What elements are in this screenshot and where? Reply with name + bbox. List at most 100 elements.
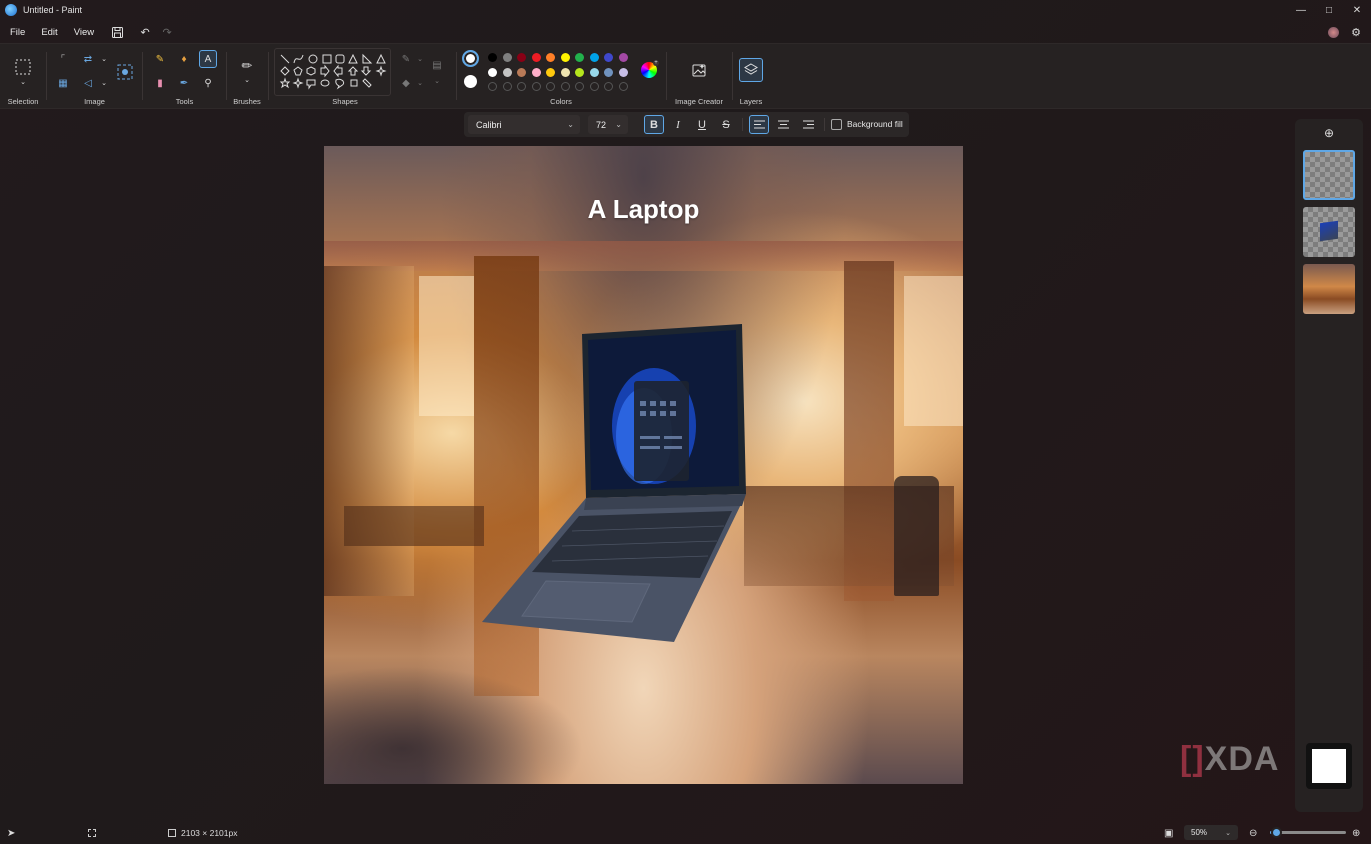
palette-color-swatch[interactable] <box>604 67 613 77</box>
canvas-text[interactable]: A Laptop <box>324 194 963 225</box>
color2-swatch[interactable] <box>464 75 477 88</box>
palette-color-swatch[interactable] <box>546 53 555 62</box>
eraser-icon[interactable]: ▮ <box>151 74 169 92</box>
layers-label: Layers <box>739 97 763 106</box>
menu-file[interactable]: File <box>2 27 33 38</box>
palette-color-swatch[interactable] <box>618 53 628 62</box>
palette-color-swatch[interactable] <box>560 67 570 77</box>
color1-swatch[interactable] <box>462 50 479 67</box>
palette-color-swatch[interactable] <box>560 53 570 62</box>
background-fill-checkbox[interactable] <box>831 119 842 130</box>
magnifier-icon[interactable]: ⚲ <box>199 74 217 92</box>
crop-icon[interactable]: ⌜ <box>54 50 72 68</box>
align-center-button[interactable] <box>773 115 793 134</box>
rotate-chevron-down-icon[interactable]: ⌄ <box>95 74 113 92</box>
palette-color-swatch[interactable] <box>589 67 599 77</box>
title-bar: Untitled - Paint — □ ✕ <box>0 0 1371 20</box>
custom-color-slot[interactable] <box>589 82 599 91</box>
status-bar: ➤ 2103 × 2101px ▣ ⊖ ⊕ <box>0 822 1371 844</box>
custom-color-slot[interactable] <box>502 82 512 91</box>
pencil-icon[interactable]: ✎ <box>151 50 169 68</box>
menu-edit[interactable]: Edit <box>33 27 65 38</box>
settings-gear-icon[interactable]: ⚙ <box>1345 23 1367 41</box>
palette-color-swatch[interactable] <box>502 53 512 62</box>
xda-logo-bracket: [] <box>1180 740 1205 778</box>
palette-color-swatch[interactable] <box>502 67 512 77</box>
layer-thumbnail-background[interactable] <box>1303 264 1355 314</box>
image-creator-group: Image Creator <box>667 44 731 110</box>
remove-background-icon[interactable]: ▦ <box>54 74 72 92</box>
layers-panel: ⊕ <box>1295 119 1363 812</box>
maximize-button[interactable]: □ <box>1315 0 1343 20</box>
minimize-button[interactable]: — <box>1287 0 1315 20</box>
palette-color-swatch[interactable] <box>575 53 584 62</box>
save-icon[interactable] <box>106 23 128 41</box>
palette-color-swatch[interactable] <box>531 53 541 62</box>
shapes-gallery[interactable] <box>274 48 391 96</box>
outline-chevron-down-icon[interactable]: ⌄ <box>411 50 429 68</box>
palette-color-swatch[interactable] <box>517 67 526 77</box>
left-windows <box>324 266 414 596</box>
menu-view[interactable]: View <box>66 27 102 38</box>
redo-icon[interactable]: ↷ <box>156 23 178 41</box>
custom-color-slot[interactable] <box>604 82 613 91</box>
palette-color-swatch[interactable] <box>488 67 497 77</box>
drawing-canvas[interactable]: A Laptop <box>324 146 963 784</box>
font-size-dropdown[interactable]: 72 ⌄ <box>588 115 628 134</box>
palette-color-swatch[interactable] <box>488 53 497 62</box>
layer-thumbnail-text[interactable] <box>1303 150 1355 200</box>
selection-chevron-down-icon[interactable]: ⌄ <box>14 77 32 87</box>
window-title: Untitled - Paint <box>23 5 83 15</box>
size-chevron-down-icon[interactable]: ⌄ <box>428 72 446 90</box>
custom-color-slot[interactable] <box>560 82 570 91</box>
right-window <box>904 276 963 426</box>
custom-color-slot[interactable] <box>531 82 541 91</box>
layer-thumbnail-laptop[interactable] <box>1303 207 1355 257</box>
custom-color-slot[interactable] <box>618 82 628 91</box>
add-layer-icon[interactable]: ⊕ <box>1321 125 1337 141</box>
align-right-button[interactable] <box>798 115 818 134</box>
text-tool-icon[interactable]: A <box>199 50 217 68</box>
image-select-icon[interactable] <box>114 61 136 83</box>
image-creator-icon[interactable] <box>690 61 708 79</box>
ribbon-toolbar: ⌄ Selection ⌜ ⇄ ⌄ ▦ ◁ ⌄ Image ✎ ♦ A ▮ ✒ … <box>0 43 1371 109</box>
custom-color-slot[interactable] <box>517 82 526 91</box>
shapes-label: Shapes <box>332 97 358 106</box>
custom-color-slot[interactable] <box>546 82 555 91</box>
underline-button[interactable]: U <box>692 115 712 134</box>
custom-color-slot[interactable] <box>488 82 497 91</box>
fill-chevron-down-icon[interactable]: ⌄ <box>411 74 429 92</box>
bold-button[interactable]: B <box>644 115 664 134</box>
chevron-down-icon: ⌄ <box>1225 829 1231 837</box>
custom-color-slot[interactable] <box>575 82 584 91</box>
zoom-slider-handle[interactable] <box>1271 827 1283 838</box>
strikethrough-button[interactable]: S <box>716 115 736 134</box>
palette-color-swatch[interactable] <box>604 53 613 62</box>
brush-icon[interactable]: ✏ <box>238 56 256 76</box>
palette-color-swatch[interactable] <box>589 53 599 62</box>
italic-button[interactable]: I <box>668 115 688 134</box>
font-family-dropdown[interactable]: Calibri ⌄ <box>468 115 580 134</box>
zoom-dropdown[interactable]: 50% ⌄ <box>1184 825 1238 840</box>
zoom-out-icon[interactable]: ⊖ <box>1249 828 1257 839</box>
rectangle-select-icon[interactable] <box>13 57 33 77</box>
palette-color-swatch[interactable] <box>531 67 541 77</box>
palette-color-swatch[interactable] <box>575 67 584 77</box>
color-picker-icon[interactable]: ✒ <box>175 74 193 92</box>
palette-color-swatch[interactable] <box>517 53 526 62</box>
zoom-slider[interactable] <box>1270 827 1346 838</box>
close-button[interactable]: ✕ <box>1343 0 1371 20</box>
fill-bucket-icon[interactable]: ♦ <box>175 50 193 68</box>
palette-color-swatch[interactable] <box>546 67 555 77</box>
fit-to-window-icon[interactable]: ▣ <box>1164 828 1173 839</box>
align-left-button[interactable] <box>749 115 769 134</box>
undo-icon[interactable]: ↶ <box>134 23 156 41</box>
zoom-in-icon[interactable]: ⊕ <box>1352 828 1360 839</box>
brushes-chevron-down-icon[interactable]: ⌄ <box>238 75 256 85</box>
layers-icon[interactable] <box>739 58 763 82</box>
account-avatar[interactable] <box>1322 23 1344 41</box>
palette-color-swatch[interactable] <box>618 67 628 77</box>
resize-chevron-down-icon[interactable]: ⌄ <box>95 50 113 68</box>
edit-colors-icon[interactable]: + <box>641 60 659 78</box>
brushes-group: ✏ ⌄ Brushes <box>227 44 267 110</box>
